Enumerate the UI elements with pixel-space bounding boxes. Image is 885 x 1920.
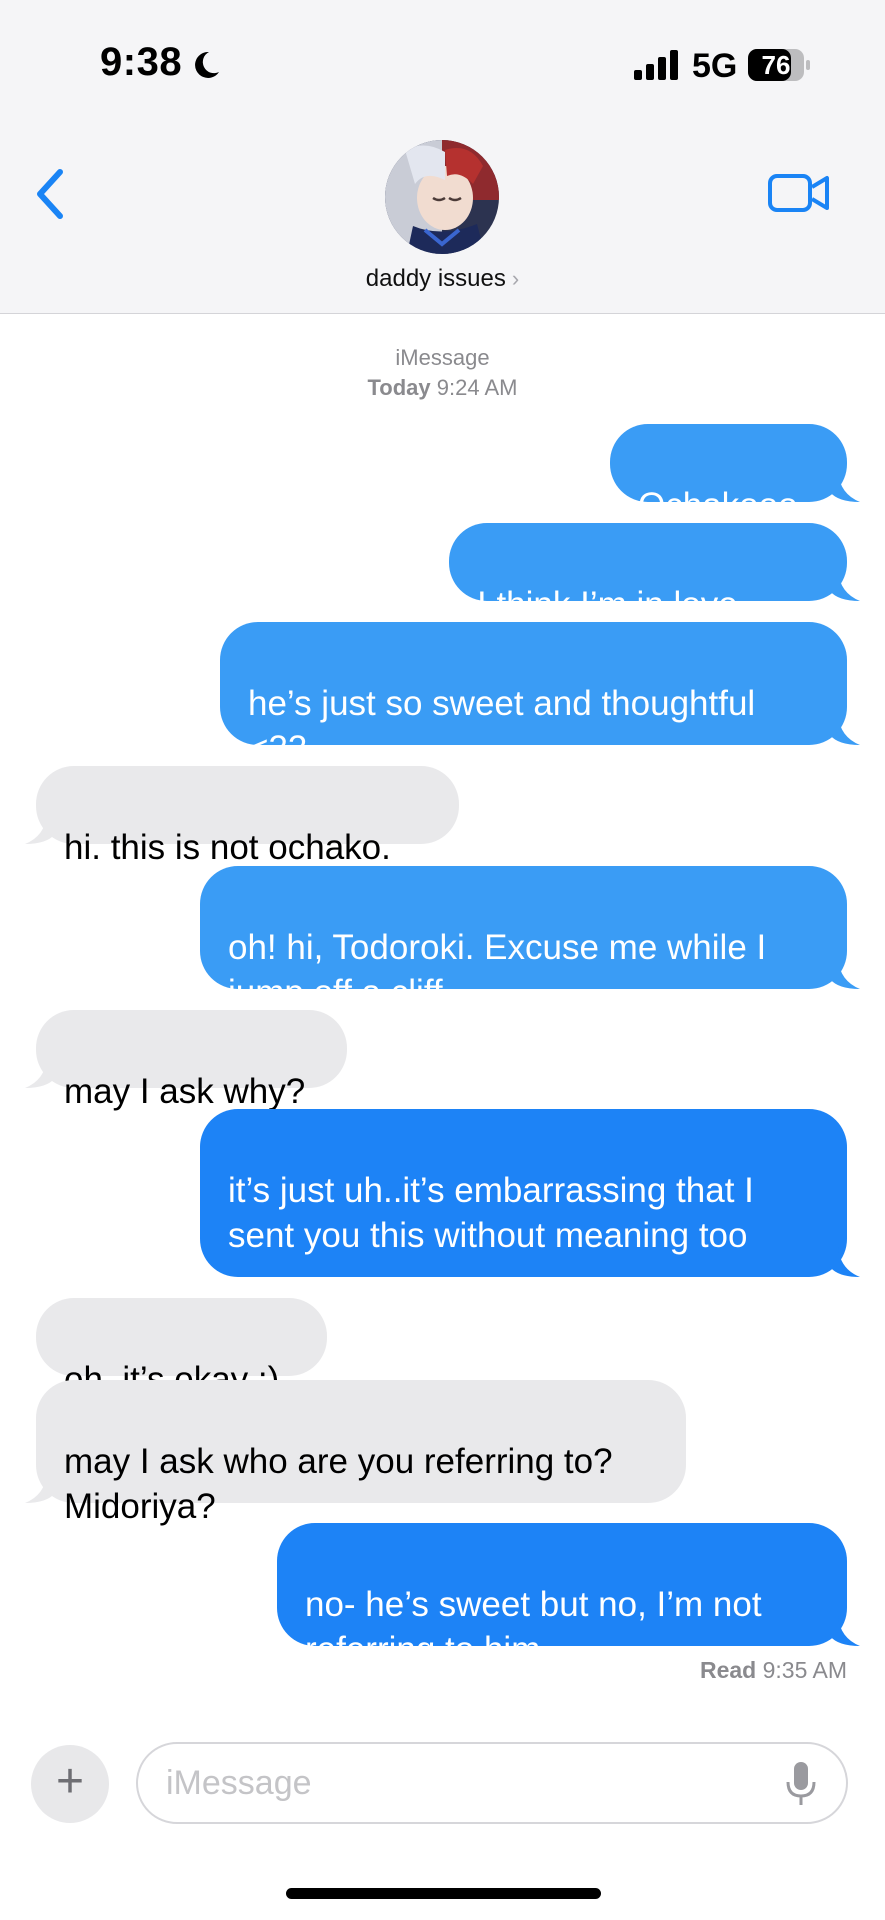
microphone-icon[interactable] — [785, 1760, 817, 1808]
bubble-tail — [25, 814, 55, 844]
back-chevron-icon[interactable] — [30, 166, 74, 222]
message-text: I think I’m in love — [477, 585, 738, 624]
plus-icon: + — [55, 1755, 85, 1808]
sent-message-bubble[interactable]: no- he’s sweet but no, I’m not referring… — [277, 1523, 847, 1669]
message-text: hi. this is not ochako. — [64, 828, 391, 867]
battery-icon: 76 — [748, 49, 810, 81]
bubble-tail — [830, 959, 860, 989]
bubble-tail — [830, 1616, 860, 1646]
apps-plus-button[interactable]: + — [31, 1745, 109, 1823]
read-receipt-label: Read — [699, 1657, 757, 1683]
sent-message-bubble[interactable]: he’s just so sweet and thoughtful <33 — [220, 622, 847, 768]
received-message-bubble[interactable]: oh. it’s okay :) — [36, 1298, 327, 1399]
bubble-tail — [830, 1247, 860, 1277]
received-message-bubble[interactable]: may I ask who are you referring to? Mido… — [36, 1380, 686, 1526]
received-message-bubble[interactable]: may I ask why? — [36, 1010, 347, 1111]
thread-service-label: iMessage — [395, 345, 490, 370]
conversation-header: 9:38 5G 76 daddy issues › — [0, 0, 885, 314]
home-indicator[interactable] — [286, 1888, 601, 1899]
bubble-tail — [830, 571, 860, 601]
bubble-tail — [25, 1473, 55, 1503]
message-text: he’s just so sweet and thoughtful <33 — [248, 684, 756, 768]
sent-message-bubble[interactable]: I think I’m in love — [449, 523, 847, 668]
network-type: 5G — [692, 47, 738, 85]
message-text: may I ask who are you referring to? Mido… — [64, 1442, 613, 1526]
message-text: oh! hi, Todoroki. Excuse me while I jump… — [228, 928, 767, 1012]
message-input[interactable] — [136, 1742, 848, 1824]
bubble-tail — [830, 472, 860, 502]
read-receipt-time: 9:35 AM — [762, 1657, 847, 1683]
video-camera-icon[interactable] — [768, 172, 830, 214]
bubble-tail — [25, 1058, 55, 1088]
message-text: may I ask why? — [64, 1072, 306, 1111]
thread-timestamp: Today 9:24 AM — [0, 375, 885, 401]
thread-time: 9:24 AM — [436, 375, 518, 400]
moon-icon — [195, 51, 219, 78]
contact-avatar[interactable] — [385, 140, 499, 254]
bubble-tail — [830, 715, 860, 745]
contact-name: daddy issues — [365, 265, 506, 292]
cellular-signal-icon — [634, 50, 678, 80]
sent-message-bubble[interactable]: oh! hi, Todoroki. Excuse me while I jump… — [200, 866, 847, 1012]
chevron-right-icon: › — [511, 266, 520, 291]
message-text: no- he’s sweet but no, I’m not referring… — [305, 1585, 762, 1669]
contact-name-button[interactable]: daddy issues › — [0, 265, 885, 293]
status-time: 9:38 — [100, 40, 183, 84]
message-text: Ochakooo — [638, 486, 798, 525]
thread-day: Today — [367, 375, 431, 400]
sent-message-bubble[interactable]: it’s just uh..it’s embarrassing that I s… — [200, 1109, 847, 1344]
read-receipt: Read 9:35 AM — [700, 1657, 847, 1684]
message-text: it’s just uh..it’s embarrassing that I s… — [228, 1171, 754, 1255]
received-message-bubble[interactable]: hi. this is not ochako. — [36, 766, 459, 867]
battery-level: 76 — [761, 50, 791, 80]
sent-message-bubble[interactable]: Ochakooo — [610, 424, 847, 525]
